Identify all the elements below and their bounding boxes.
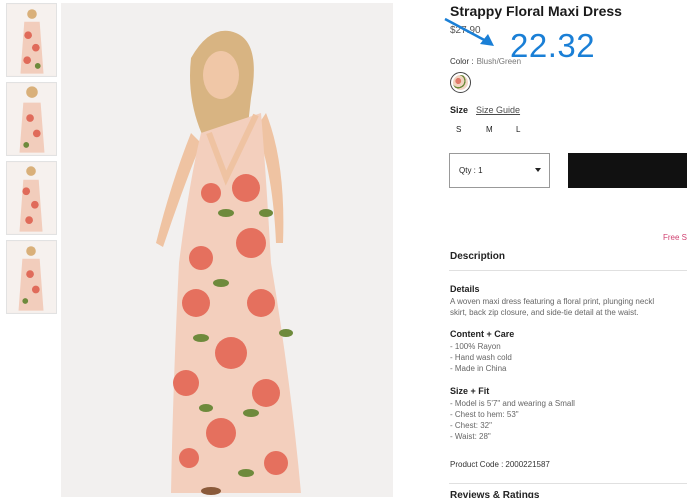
free-shipping-text: Free S	[663, 233, 687, 242]
color-label: Color :	[450, 57, 474, 66]
content-care-section: Content + Care - 100% Rayon - Hand wash …	[450, 329, 687, 374]
size-label: Size	[450, 105, 469, 115]
size-fit-line: - Waist: 28"	[450, 432, 491, 441]
annotation-arrow-icon	[444, 17, 494, 46]
color-value: Blush/Green	[476, 57, 522, 66]
chevron-down-icon	[535, 168, 541, 172]
details-line: skirt, back zip closure, and side-tie de…	[450, 308, 639, 317]
divider	[449, 483, 687, 484]
size-fit-line: - Model is 5'7" and wearing a Small	[450, 399, 575, 408]
reviews-heading[interactable]: Reviews & Ratings	[450, 490, 539, 498]
thumbnail-side[interactable]	[6, 161, 57, 235]
thumbnail-front[interactable]	[6, 3, 57, 77]
product-code-label: Product Code :	[450, 460, 504, 469]
main-product-image[interactable]	[61, 3, 393, 497]
annotated-price: 22.32	[510, 27, 596, 64]
add-to-bag-button[interactable]	[568, 153, 687, 188]
details-line: A woven maxi dress featuring a floral pr…	[450, 297, 655, 306]
size-option-s[interactable]: S	[456, 125, 486, 134]
content-care-line: - 100% Rayon	[450, 342, 501, 351]
product-code: Product Code :2000221587	[450, 460, 550, 469]
color-swatch[interactable]	[450, 72, 471, 93]
thumbnail-gallery	[6, 3, 57, 319]
description-heading[interactable]: Description	[450, 251, 505, 262]
size-fit-line: - Chest: 32"	[450, 421, 492, 430]
color-row: Color : Blush/Green	[450, 57, 521, 66]
size-fit-line: - Chest to hem: 53"	[450, 410, 519, 419]
size-fit-section: Size + Fit - Model is 5'7" and wearing a…	[450, 386, 687, 442]
quantity-label: Qty : 1	[459, 166, 483, 175]
thumbnail-detail[interactable]	[6, 240, 57, 314]
size-option-l[interactable]: L	[516, 125, 546, 134]
details-heading: Details	[450, 284, 480, 294]
floral-swatch-icon	[453, 75, 468, 90]
quantity-select[interactable]: Qty : 1	[449, 153, 550, 188]
divider	[449, 270, 687, 271]
product-code-value: 2000221587	[505, 460, 550, 469]
size-fit-heading: Size + Fit	[450, 386, 490, 396]
size-row: Size Size Guide	[450, 105, 520, 115]
size-option-m[interactable]: M	[486, 125, 516, 134]
thumbnail-back[interactable]	[6, 82, 57, 156]
content-care-line: - Hand wash cold	[450, 353, 512, 362]
size-guide-link[interactable]: Size Guide	[476, 105, 520, 115]
size-options: S M L	[456, 125, 546, 134]
content-care-heading: Content + Care	[450, 329, 515, 339]
details-section: Details A woven maxi dress featuring a f…	[450, 284, 687, 318]
content-care-line: - Made in China	[450, 364, 507, 373]
